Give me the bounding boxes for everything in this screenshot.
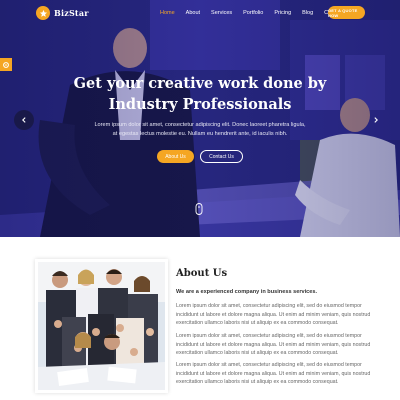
get-quote-button[interactable]: GET A QUOTE NOW bbox=[328, 6, 365, 19]
mouse-scroll-icon[interactable] bbox=[195, 203, 203, 215]
hero-description: Lorem ipsum dolor sit amet, consectetur … bbox=[80, 121, 320, 139]
nav-item-services[interactable]: Services bbox=[211, 10, 232, 16]
about-para-line: incididunt ut labore et dolore magna ali… bbox=[176, 341, 371, 348]
logo[interactable]: BizStar bbox=[36, 6, 89, 20]
about-para-line: exercitation ullamco laboris nisi ut ali… bbox=[176, 320, 339, 327]
nav-item-about[interactable]: About bbox=[186, 10, 200, 16]
about-para-line: incididunt ut labore et dolore magna ali… bbox=[176, 370, 371, 377]
hero-title: Get your creative work done by Industry … bbox=[60, 73, 340, 115]
nav-item-portfolio[interactable]: Portfolio bbox=[243, 10, 263, 16]
nav-item-pricing[interactable]: Pricing bbox=[274, 10, 291, 16]
hero-overlay bbox=[0, 0, 400, 237]
about-para-line: Lorem ipsum dolor sit amet, consectetur … bbox=[176, 303, 362, 309]
about-para-line: exercitation ullamco laboris nisi ut ali… bbox=[176, 379, 339, 386]
navbar: BizStar Home About Services Portfolio Pr… bbox=[0, 0, 400, 28]
chevron-right-icon bbox=[374, 117, 378, 123]
about-para-line: exercitation ullamco laboris nisi ut ali… bbox=[176, 350, 339, 357]
prev-slide-button[interactable] bbox=[14, 110, 34, 130]
team-photo bbox=[38, 262, 165, 390]
brand-name: BizStar bbox=[54, 8, 89, 18]
main-menu: Home About Services Portfolio Pricing Bl… bbox=[160, 10, 354, 16]
star-badge-icon bbox=[36, 6, 50, 20]
hero-desc-line: Lorem ipsum dolor sit amet, consectetur … bbox=[94, 122, 306, 128]
hero-desc-line: at egestas lectus molestie eu. Nullam eu… bbox=[112, 131, 288, 137]
contact-us-button[interactable]: Contact Us bbox=[200, 150, 243, 163]
about-paragraph: Lorem ipsum dolor sit amet, consectetur … bbox=[176, 332, 376, 358]
next-slide-button[interactable] bbox=[366, 110, 386, 130]
hero-title-line: Industry Professionals bbox=[108, 96, 292, 113]
about-paragraph: Lorem ipsum dolor sit amet, consectetur … bbox=[176, 302, 376, 328]
about-para-line: incididunt ut labore et dolore magna ali… bbox=[176, 311, 371, 318]
hero-section: BizStar Home About Services Portfolio Pr… bbox=[0, 0, 400, 237]
settings-side-tab[interactable] bbox=[0, 58, 12, 71]
hero-title-line: Get your creative work done by bbox=[73, 75, 327, 92]
about-para-line: Lorem ipsum dolor sit amet, consectetur … bbox=[176, 362, 362, 368]
about-subtitle: We are a experienced company in business… bbox=[176, 289, 318, 295]
about-paragraph: Lorem ipsum dolor sit amet, consectetur … bbox=[176, 361, 376, 387]
about-title: About Us bbox=[176, 268, 228, 279]
about-us-button[interactable]: About Us bbox=[157, 150, 194, 163]
about-para-line: Lorem ipsum dolor sit amet, consectetur … bbox=[176, 333, 362, 339]
gear-icon bbox=[3, 61, 9, 68]
nav-item-home[interactable]: Home bbox=[160, 10, 175, 16]
chevron-left-icon bbox=[22, 117, 26, 123]
nav-item-blog[interactable]: Blog bbox=[302, 10, 313, 16]
